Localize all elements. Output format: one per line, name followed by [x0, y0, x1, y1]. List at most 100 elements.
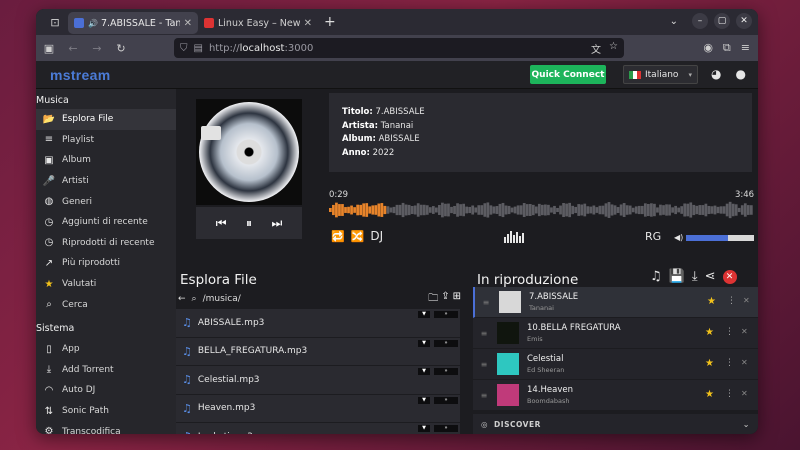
waveform-seekbar[interactable] — [329, 201, 753, 219]
replay-gain-toggle[interactable]: RG — [645, 230, 661, 243]
discover-panel[interactable]: ◎ DISCOVER ⌄ — [473, 414, 758, 434]
maximize-button[interactable]: ▢ — [714, 13, 730, 29]
share-icon[interactable]: ⋖ — [705, 269, 716, 284]
file-row[interactable]: ♫ Heaven.mp3 ▼ » — [176, 394, 460, 423]
translate-icon[interactable]: 文 — [591, 41, 601, 56]
quick-connect-button[interactable]: Quick Connect — [530, 65, 606, 84]
sidebar-item-auto-dj[interactable]: ◠ Auto DJ — [36, 380, 176, 401]
close-tab-icon[interactable]: ✕ — [304, 18, 312, 29]
file-menu-button[interactable]: ▼ — [418, 339, 430, 347]
drag-handle-icon[interactable]: ≡ — [477, 391, 491, 400]
pause-icon[interactable]: ⏸ — [246, 216, 252, 231]
star-icon[interactable]: ★ — [705, 358, 714, 369]
shield-icon[interactable]: ⛉ — [180, 43, 188, 54]
remove-icon[interactable]: ✕ — [741, 389, 748, 398]
drag-handle-icon[interactable]: ≡ — [477, 360, 491, 369]
sidebar-toggle-icon[interactable]: ▣ — [42, 42, 56, 55]
new-tab-button[interactable]: + — [324, 14, 336, 30]
file-menu-button[interactable]: ▼ — [418, 368, 430, 375]
close-tab-icon[interactable]: ✕ — [184, 18, 192, 29]
equalizer-icon[interactable] — [504, 231, 524, 243]
sidebar-item-valutati[interactable]: ★ Valutati — [36, 274, 176, 295]
volume-slider[interactable] — [686, 234, 755, 241]
search-icon[interactable]: ⌕ — [192, 294, 197, 304]
bookmark-star-icon[interactable]: ☆ — [609, 41, 618, 56]
more-options-icon[interactable]: ⋮ — [727, 296, 736, 306]
sidebar-item-riprodotti-di-recente[interactable]: ◷ Riprodotti di recente — [36, 233, 176, 254]
back-arrow-icon[interactable]: ← — [178, 294, 186, 304]
chevron-down-icon[interactable]: ⌄ — [743, 420, 750, 429]
mstream-logo[interactable]: mstream — [50, 67, 110, 83]
more-options-icon[interactable]: ⋮ — [725, 327, 734, 337]
forward-button[interactable]: → — [90, 42, 104, 55]
remove-icon[interactable]: ✕ — [741, 358, 748, 367]
add-all-icon[interactable]: ⊞ — [453, 291, 461, 308]
url-bar[interactable]: ⛉ ▤ http:// localhost :3000 文 ☆ — [174, 38, 624, 58]
queue-item[interactable]: ≡ 7.ABISSALE Tananai ★ ⋮ ✕ — [473, 287, 758, 318]
tab-overview-icon[interactable]: ⊡ — [42, 16, 68, 29]
queue-item[interactable]: ≡ 10.BELLA FREGATURA Emis ★ ⋮ ✕ — [473, 318, 758, 349]
page-info-icon[interactable]: ▤ — [194, 43, 203, 54]
github-icon[interactable]: ● — [736, 67, 746, 81]
language-select[interactable]: Italiano ▾ — [623, 65, 698, 84]
file-menu-button[interactable]: ▼ — [418, 311, 430, 318]
add-to-queue-button[interactable]: » — [434, 311, 458, 318]
volume-control[interactable]: ◀) — [674, 233, 755, 242]
more-options-icon[interactable]: ⋮ — [725, 389, 734, 399]
queue-item[interactable]: ≡ 14.Heaven Boomdabash ★ ⋮ ✕ — [473, 380, 758, 411]
menu-icon[interactable]: ≡ — [741, 41, 750, 55]
file-menu-button[interactable]: ▼ — [418, 396, 430, 404]
clear-queue-icon[interactable]: ✕ — [722, 269, 737, 284]
add-to-queue-button[interactable]: » — [434, 396, 458, 404]
account-icon[interactable]: ◉ — [703, 41, 713, 55]
file-row[interactable]: ♫ Celestial.mp3 ▼ » — [176, 366, 460, 395]
close-window-button[interactable]: ✕ — [736, 13, 752, 29]
upload-icon[interactable]: ⇪ — [441, 291, 449, 308]
drag-handle-icon[interactable]: ≡ — [477, 329, 491, 338]
star-icon[interactable]: ★ — [707, 296, 716, 307]
add-to-queue-button[interactable]: » — [434, 368, 458, 375]
tab-list-chevron-icon[interactable]: ⌄ — [670, 16, 678, 27]
sidebar-item-pi-riprodotti[interactable]: ↗ Più riprodotti — [36, 253, 176, 274]
discord-icon[interactable]: ◕ — [711, 67, 721, 81]
sidebar-item-playlist[interactable]: ≡ Playlist — [36, 130, 176, 151]
remove-icon[interactable]: ✕ — [741, 327, 748, 336]
speaker-icon[interactable]: 🔊 — [88, 19, 98, 28]
download-icon[interactable]: ⤓ — [692, 269, 698, 284]
queue-item[interactable]: ≡ Celestial Ed Sheeran ★ ⋮ ✕ — [473, 349, 758, 380]
file-row[interactable]: ♫ ABISSALE.mp3 ▼ » — [176, 309, 460, 338]
add-to-queue-button[interactable]: » — [434, 339, 458, 347]
sidebar-item-sonic-path[interactable]: ⇅ Sonic Path — [36, 401, 176, 422]
repeat-icon[interactable]: 🔁 — [331, 230, 345, 243]
minimize-button[interactable]: – — [692, 13, 708, 29]
save-icon[interactable]: 💾 — [669, 269, 685, 284]
file-menu-button[interactable]: ▼ — [418, 425, 430, 432]
volume-icon[interactable]: ◀) — [674, 233, 683, 242]
star-icon[interactable]: ★ — [705, 327, 714, 338]
sidebar-item-artisti[interactable]: 🎤 Artisti — [36, 171, 176, 192]
playlist-add-icon[interactable]: ♫ — [650, 269, 662, 284]
add-to-queue-button[interactable]: » — [434, 425, 458, 432]
sidebar-item-transcodifica[interactable]: ⚙ Transcodifica — [36, 421, 176, 434]
sidebar-item-aggiunti-di-recente[interactable]: ◷ Aggiunti di recente — [36, 212, 176, 233]
remove-icon[interactable]: ✕ — [743, 296, 750, 305]
back-button[interactable]: ← — [66, 42, 80, 55]
more-options-icon[interactable]: ⋮ — [725, 358, 734, 368]
reload-button[interactable]: ↻ — [114, 42, 128, 55]
file-row[interactable]: ♫ Luckoti.mp3 ▼ » — [176, 423, 460, 434]
new-folder-icon[interactable]: 🗀 — [428, 291, 438, 308]
tab-linux-easy[interactable]: Linux Easy – News da Mo ✕ — [198, 12, 318, 34]
sidebar-item-add-torrent[interactable]: ⤓ Add Torrent — [36, 360, 176, 381]
dj-toggle[interactable]: DJ — [370, 229, 383, 243]
sidebar-item-generi[interactable]: ◍ Generi — [36, 191, 176, 212]
sidebar-item-app[interactable]: ▯ App — [36, 339, 176, 360]
tab-mstream[interactable]: 🔊 7.ABISSALE - Tananai ✕ — [68, 12, 198, 34]
file-row[interactable]: ♫ BELLA_FREGATURA.mp3 ▼ » — [176, 337, 460, 366]
shuffle-icon[interactable]: 🔀 — [351, 230, 365, 243]
next-track-icon[interactable]: ⏭ — [271, 216, 282, 231]
star-icon[interactable]: ★ — [705, 389, 714, 400]
sidebar-item-cerca[interactable]: ⌕ Cerca — [36, 294, 176, 315]
sidebar-item-esplora-file[interactable]: 📂 Esplora File — [36, 109, 176, 130]
extensions-icon[interactable]: ⧉ — [723, 41, 731, 55]
sidebar-item-album[interactable]: ▣ Album — [36, 150, 176, 171]
